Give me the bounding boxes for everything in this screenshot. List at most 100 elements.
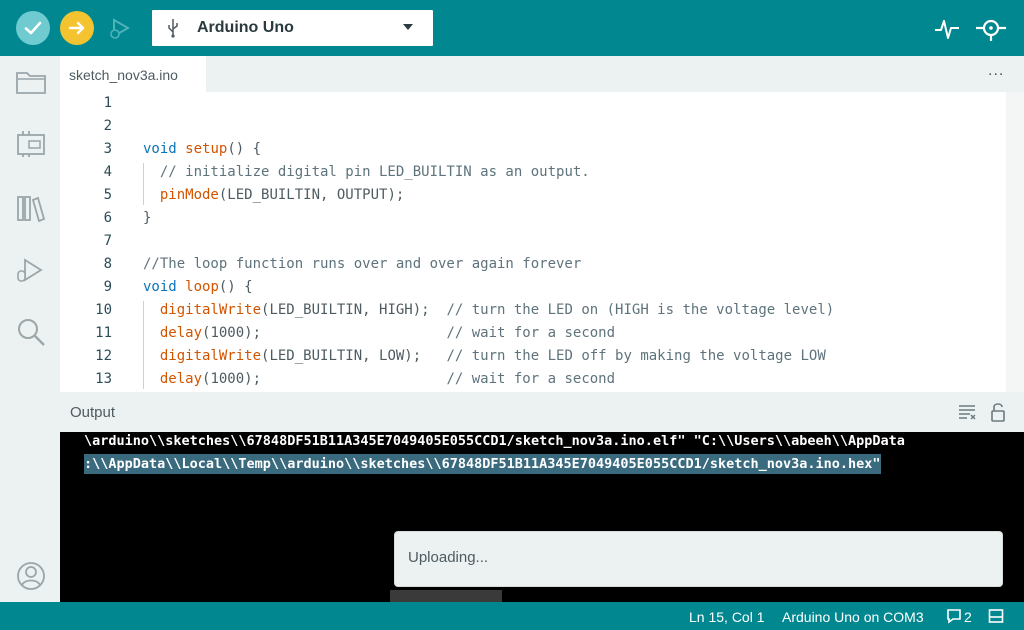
library-icon xyxy=(17,196,46,222)
line-number: 6 xyxy=(103,210,112,226)
board-icon xyxy=(17,131,45,157)
debug-button[interactable] xyxy=(103,11,137,45)
toolbar: Arduino Uno xyxy=(0,0,1024,56)
board-name: Arduino Uno xyxy=(197,19,294,36)
board-port-status[interactable]: Arduino Uno on COM3 xyxy=(782,609,924,625)
code-line: 7 xyxy=(60,230,1006,253)
line-number: 2 xyxy=(103,118,112,134)
output-header: Output xyxy=(60,392,1024,432)
pulse-icon xyxy=(935,20,959,39)
code-token: (LED_BUILTIN, HIGH); xyxy=(261,302,447,318)
code-token: setup xyxy=(185,141,228,157)
code-line: 13 delay(1000); // wait for a second xyxy=(60,368,1006,391)
code-text: void loop() { xyxy=(143,276,253,299)
code-text: // initialize digital pin LED_BUILTIN as… xyxy=(143,161,590,184)
code-text: } xyxy=(143,207,151,230)
code-text: void setup() { xyxy=(143,138,261,161)
sidebar-item-search[interactable] xyxy=(14,316,48,348)
line-number: 7 xyxy=(103,233,112,249)
line-number: 10 xyxy=(95,302,112,318)
code-line: 4 // initialize digital pin LED_BUILTIN … xyxy=(60,161,1006,184)
lock-icon[interactable] xyxy=(990,402,1006,422)
board-selector[interactable]: Arduino Uno xyxy=(152,10,433,46)
line-number: 3 xyxy=(103,141,112,157)
code-line: 5 pinMode(LED_BUILTIN, OUTPUT); xyxy=(60,184,1006,207)
code-text: digitalWrite(LED_BUILTIN, HIGH); // turn… xyxy=(143,299,834,322)
sidebar-item-boards-manager[interactable] xyxy=(14,128,48,160)
code-token: delay xyxy=(159,371,203,387)
line-number: 8 xyxy=(103,256,112,272)
serial-monitor-button[interactable] xyxy=(974,14,1008,42)
code-token: void xyxy=(143,279,177,295)
check-icon xyxy=(24,21,42,35)
code-text: digitalWrite(LED_BUILTIN, LOW); // turn … xyxy=(143,345,826,368)
sidebar-item-debug[interactable] xyxy=(14,254,48,286)
code-token: // initialize digital pin LED_BUILTIN as… xyxy=(159,164,590,180)
search-icon xyxy=(18,319,45,346)
line-number: 5 xyxy=(103,187,112,203)
code-line: 10 digitalWrite(LED_BUILTIN, HIGH); // t… xyxy=(60,299,1006,322)
code-token: // wait for a second xyxy=(446,371,616,387)
verify-button[interactable] xyxy=(16,11,50,45)
serial-plotter-button[interactable] xyxy=(934,16,960,42)
indent-guide xyxy=(143,163,144,205)
tab-sketch-file[interactable]: sketch_nov3a.ino xyxy=(60,56,206,92)
status-bar: Ln 15, Col 1 Arduino Uno on COM3 2 xyxy=(0,602,1024,630)
code-line: 6} xyxy=(60,207,1006,230)
code-token: () { xyxy=(227,141,262,157)
code-text: delay(1000); // wait for a second xyxy=(143,322,615,345)
code-token: // turn the LED off by making the voltag… xyxy=(446,348,826,364)
line-number: 13 xyxy=(95,371,112,387)
chevron-down-icon xyxy=(403,24,413,30)
editor-scrollbar[interactable] xyxy=(1006,92,1024,392)
code-line: 11 delay(1000); // wait for a second xyxy=(60,322,1006,345)
code-token: (1000); xyxy=(202,371,447,387)
debug-icon xyxy=(110,18,131,39)
upload-button[interactable] xyxy=(60,11,94,45)
code-token: (LED_BUILTIN, LOW); xyxy=(261,348,447,364)
tab-more-menu[interactable]: ... xyxy=(988,62,1004,80)
code-editor[interactable]: 1 2 3 void setup() {4 // initialize digital… xyxy=(60,92,1006,392)
cursor-position[interactable]: Ln 15, Col 1 xyxy=(689,609,765,625)
line-number: 1 xyxy=(103,95,112,111)
code-token: // turn the LED on (HIGH is the voltage … xyxy=(446,302,835,318)
code-line: 2 xyxy=(60,115,1006,138)
notification-icon[interactable] xyxy=(946,608,962,624)
arrow-right-icon xyxy=(68,21,85,35)
code-token: digitalWrite xyxy=(159,348,262,364)
code-line: 8 //The loop function runs over and over … xyxy=(60,253,1006,276)
clear-output-icon[interactable] xyxy=(958,404,976,420)
code-token: pinMode xyxy=(159,187,219,203)
sidebar-item-sketchbook[interactable] xyxy=(14,66,48,98)
code-token: (LED_BUILTIN, OUTPUT); xyxy=(218,187,405,203)
code-token: void xyxy=(143,141,177,157)
debug-play-icon xyxy=(17,258,43,282)
user-avatar-icon xyxy=(17,562,45,590)
code-line: 1 xyxy=(60,92,1006,115)
folder-icon xyxy=(16,72,46,94)
notification-count: 2 xyxy=(964,609,972,625)
magnifier-monitor-icon xyxy=(976,19,1006,41)
sidebar-item-profile[interactable] xyxy=(14,560,48,592)
line-number: 11 xyxy=(95,325,112,341)
code-line: 3 void setup() { xyxy=(60,138,1006,161)
code-token: () { xyxy=(218,279,253,295)
code-token: delay xyxy=(159,325,203,341)
usb-icon xyxy=(168,19,178,38)
output-title: Output xyxy=(70,404,116,421)
sidebar-item-library-manager[interactable] xyxy=(14,192,48,224)
line-number: 12 xyxy=(95,348,112,364)
code-token: //The loop function runs over and over a… xyxy=(143,256,582,272)
output-horizontal-scrollbar[interactable] xyxy=(390,590,502,602)
upload-notification: Uploading... xyxy=(394,531,1003,587)
toggle-panel-icon[interactable] xyxy=(988,608,1004,624)
line-number: 9 xyxy=(103,279,112,295)
